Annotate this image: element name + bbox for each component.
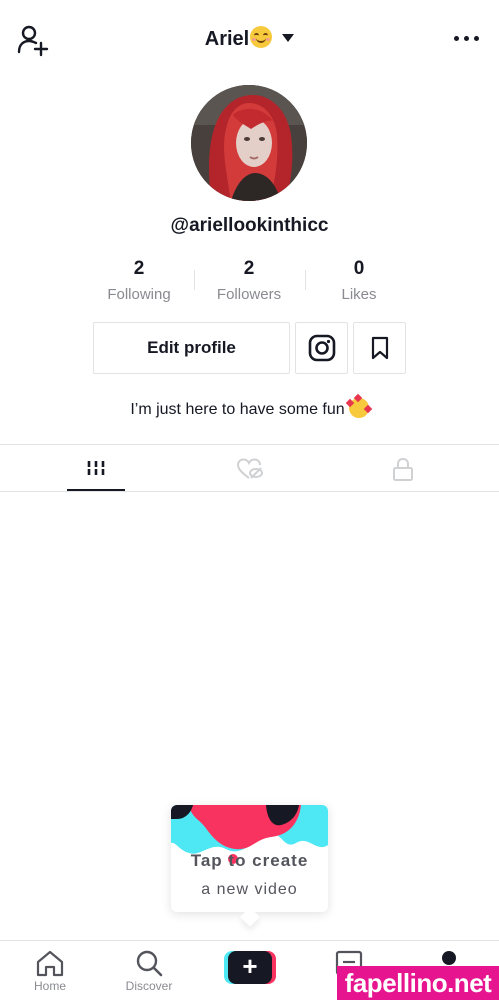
content-tabs <box>0 445 499 492</box>
liked-hidden-icon <box>236 457 263 479</box>
tabs-divider-bottom <box>0 491 499 492</box>
stats-divider <box>305 270 306 290</box>
watermark: fapellino.net <box>337 966 499 1000</box>
profile-stats: 2 Following 2 Followers 0 Likes <box>84 258 416 308</box>
home-icon <box>36 950 64 977</box>
edit-profile-button[interactable]: Edit profile <box>93 322 290 374</box>
likes-count: 0 <box>353 258 365 279</box>
caret-down-icon <box>282 33 295 42</box>
tooltip-line2: a new video <box>201 881 298 898</box>
smile-emoji-icon <box>250 26 273 48</box>
account-switcher[interactable]: Ariel <box>0 26 499 51</box>
search-icon <box>136 950 163 977</box>
stats-divider <box>194 270 195 290</box>
followers-count: 2 <box>243 258 255 279</box>
following-label: Following <box>107 286 171 303</box>
tooltip-line1: Tap to create <box>190 851 309 870</box>
favorites-button[interactable] <box>353 322 406 374</box>
plus-icon: + <box>228 951 272 984</box>
smiling-hearts-emoji-icon <box>345 393 372 418</box>
followers-label: Followers <box>216 286 282 303</box>
more-icon[interactable] <box>454 36 479 41</box>
following-count: 2 <box>133 258 145 279</box>
bookmark-icon <box>371 336 388 360</box>
tab-private[interactable] <box>373 445 433 492</box>
tab-videos[interactable] <box>66 445 126 492</box>
nav-home[interactable]: Home <box>5 941 95 1000</box>
instagram-button[interactable] <box>295 322 348 374</box>
private-lock-icon <box>393 457 413 481</box>
instagram-icon <box>308 334 335 362</box>
stat-likes: 0 Likes <box>304 258 414 308</box>
stat-following[interactable]: 2 Following <box>84 258 194 308</box>
create-video-button[interactable]: + <box>224 951 276 984</box>
profile-bio: I’m just here to have some fun <box>0 393 499 419</box>
nav-home-label: Home <box>33 979 66 993</box>
likes-label: Likes <box>341 286 377 303</box>
username-handle: @ariellookinthicc <box>170 215 329 236</box>
tab-liked[interactable] <box>220 445 280 492</box>
top-bar: Ariel <box>0 0 499 80</box>
bio-text: I’m just here to have some fun <box>130 401 345 418</box>
nav-discover-label: Discover <box>125 979 173 993</box>
page-title: Ariel <box>204 28 250 50</box>
avatar[interactable] <box>191 85 307 201</box>
stat-followers[interactable]: 2 Followers <box>194 258 304 308</box>
nav-discover[interactable]: Discover <box>104 941 194 1000</box>
videos-grid-icon <box>87 460 105 477</box>
